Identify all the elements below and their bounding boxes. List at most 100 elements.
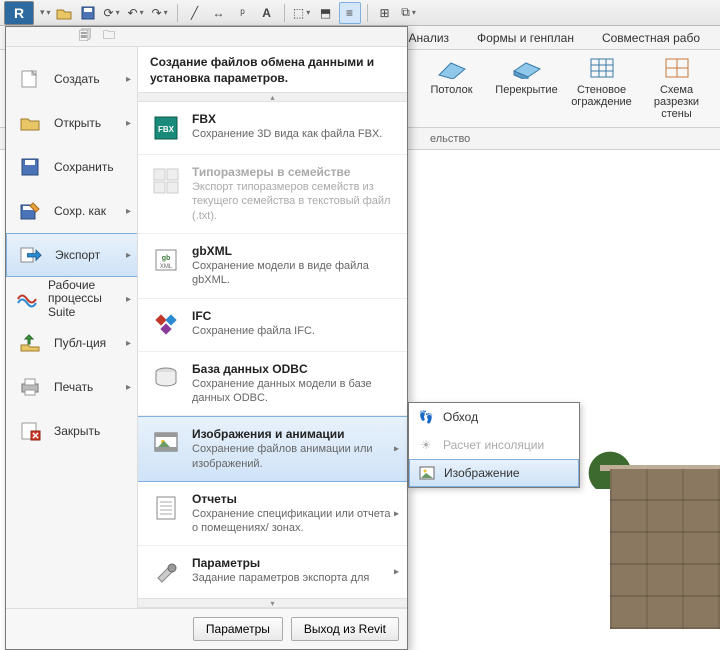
chevron-right-icon: ▸ bbox=[126, 250, 131, 261]
scroll-down-indicator[interactable]: ▾ bbox=[138, 598, 407, 608]
app-menu-dropdown-icon[interactable]: ▾ bbox=[40, 7, 51, 18]
recent-docs-icon[interactable]: 🗐 bbox=[76, 29, 94, 45]
entry-desc: Экспорт типоразмеров семейств из текущег… bbox=[192, 180, 395, 223]
menu-label: Печать bbox=[54, 380, 93, 394]
options-button[interactable]: Параметры bbox=[193, 617, 283, 641]
entry-title: Типоразмеры в семействе bbox=[192, 165, 395, 179]
exit-button[interactable]: Выход из Revit bbox=[291, 617, 399, 641]
entry-desc: Сохранение спецификации или отчета о пом… bbox=[192, 507, 395, 536]
menu-item-print[interactable]: Печать ▸ bbox=[6, 365, 137, 409]
ribbon-button-curtain-wall[interactable]: Стеновое ограждение bbox=[564, 50, 639, 127]
entry-desc: Сохранение модели в виде файла gbXML. bbox=[192, 259, 395, 288]
menu-label: Открыть bbox=[54, 116, 101, 130]
menu-item-close[interactable]: Закрыть bbox=[6, 409, 137, 453]
menu-item-publish[interactable]: Публ-ция ▸ bbox=[6, 321, 137, 365]
menu-label: Публ-ция bbox=[54, 336, 106, 350]
entry-desc: Сохранение файла IFC. bbox=[192, 324, 315, 338]
app-logo[interactable]: R bbox=[4, 1, 34, 25]
menu-item-new[interactable]: Создать▸ bbox=[6, 57, 137, 101]
quick-access-toolbar: R ▾ ⟳ ↶ ↷ ╱ ↔ ᵖ A ⬚ ⬒ ≡ ⊞ ⧉ bbox=[0, 0, 720, 26]
close-inactive-icon[interactable]: ⊞ bbox=[374, 2, 396, 24]
chevron-right-icon: ▸ bbox=[126, 294, 131, 305]
ribbon-tab[interactable]: Формы и генплан bbox=[463, 27, 588, 49]
measure-icon[interactable]: ╱ bbox=[184, 2, 206, 24]
dimension-icon[interactable]: ↔ bbox=[208, 2, 230, 24]
submenu-label: Обход bbox=[443, 410, 478, 424]
menu-item-save[interactable]: Сохранить bbox=[6, 145, 137, 189]
chevron-right-icon: ▸ bbox=[126, 74, 131, 85]
chevron-right-icon: ▸ bbox=[126, 118, 131, 129]
section-icon[interactable]: ⬒ bbox=[315, 2, 337, 24]
new-icon bbox=[16, 67, 44, 91]
ifc-icon bbox=[150, 309, 182, 341]
open-docs-icon[interactable]: 🗀 bbox=[100, 29, 118, 45]
chevron-right-icon: ▸ bbox=[394, 508, 399, 519]
submenu-walkthrough[interactable]: 👣 Обход bbox=[409, 403, 579, 431]
menu-label: Сохранить bbox=[54, 160, 114, 174]
options-icon bbox=[150, 556, 182, 588]
export-gbxml[interactable]: gbXML gbXMLСохранение модели в виде файл… bbox=[138, 234, 407, 299]
menu-item-open[interactable]: Открыть ▸ bbox=[6, 101, 137, 145]
menu-label: Экспорт bbox=[55, 248, 100, 262]
menu-item-save-as[interactable]: Сохр. как▸ bbox=[6, 189, 137, 233]
scroll-up-indicator[interactable]: ▴ bbox=[138, 92, 407, 102]
export-odbc[interactable]: База данных ODBCСохранение данных модели… bbox=[138, 352, 407, 417]
close-icon bbox=[16, 419, 44, 443]
svg-text:FBX: FBX bbox=[158, 125, 175, 134]
entry-title: Отчеты bbox=[192, 492, 395, 506]
curtain-wall-icon bbox=[586, 56, 618, 80]
ribbon-button-curtain-grid[interactable]: Схема разрезки стены bbox=[639, 50, 714, 127]
suite-icon bbox=[16, 287, 38, 311]
fbx-icon: FBX bbox=[150, 112, 182, 144]
chevron-right-icon: ▸ bbox=[126, 206, 131, 217]
open-icon[interactable] bbox=[53, 2, 75, 24]
3d-view-icon[interactable]: ⬚ bbox=[291, 2, 313, 24]
chevron-right-icon: ▸ bbox=[394, 444, 399, 455]
undo-icon[interactable]: ↶ bbox=[125, 2, 147, 24]
appmenu-right-panel: Создание файлов обмена данными и установ… bbox=[138, 47, 407, 608]
svg-text:gb: gb bbox=[162, 255, 171, 262]
menu-item-export[interactable]: Экспорт ▸ bbox=[6, 233, 137, 277]
floor-icon bbox=[511, 56, 543, 80]
ribbon-button-ceiling[interactable]: Потолок bbox=[414, 50, 489, 127]
ribbon-button-floor[interactable]: Перекрытие bbox=[489, 50, 564, 127]
ribbon-label: Потолок bbox=[414, 84, 489, 96]
ribbon-label: Стеновое ограждение bbox=[564, 84, 639, 108]
text-icon[interactable]: A bbox=[256, 2, 278, 24]
gbxml-icon: gb XML bbox=[150, 244, 182, 276]
export-options-list: FBX FBXСохранение 3D вида как файла FBX.… bbox=[138, 102, 407, 598]
ribbon-tab[interactable]: Совместная рабо bbox=[588, 27, 714, 49]
export-options[interactable]: ПараметрыЗадание параметров экспорта для… bbox=[138, 546, 407, 598]
sync-icon[interactable]: ⟳ bbox=[101, 2, 123, 24]
menu-label: Закрыть bbox=[54, 424, 100, 438]
ceiling-icon bbox=[436, 56, 468, 80]
menu-label: Рабочие процессы Suite bbox=[48, 279, 127, 319]
svg-text:XML: XML bbox=[160, 264, 173, 270]
entry-desc: Сохранение 3D вида как файла FBX. bbox=[192, 127, 382, 141]
family-types-icon bbox=[150, 165, 182, 197]
export-ifc[interactable]: IFCСохранение файла IFC. bbox=[138, 299, 407, 352]
export-icon bbox=[17, 243, 45, 267]
appmenu-header: Создание файлов обмена данными и установ… bbox=[138, 47, 407, 92]
submenu-image[interactable]: Изображение bbox=[409, 459, 579, 487]
switch-windows-icon[interactable]: ⧉ bbox=[398, 2, 420, 24]
thin-lines-icon[interactable]: ≡ bbox=[339, 2, 361, 24]
entry-title: База данных ODBC bbox=[192, 362, 395, 376]
chevron-right-icon: ▸ bbox=[126, 338, 131, 349]
redo-icon[interactable]: ↷ bbox=[149, 2, 171, 24]
image-icon bbox=[418, 464, 436, 482]
walkthrough-icon: 👣 bbox=[417, 408, 435, 426]
entry-title: gbXML bbox=[192, 244, 395, 258]
ribbon-label: Схема разрезки стены bbox=[639, 84, 714, 120]
export-reports[interactable]: ОтчетыСохранение спецификации или отчета… bbox=[138, 482, 407, 547]
export-images-anim[interactable]: Изображения и анимацииСохранение файлов … bbox=[138, 416, 407, 482]
export-fbx[interactable]: FBX FBXСохранение 3D вида как файла FBX. bbox=[138, 102, 407, 155]
chevron-right-icon: ▸ bbox=[126, 382, 131, 393]
save-icon bbox=[16, 155, 44, 179]
save-icon[interactable] bbox=[77, 2, 99, 24]
submenu-label: Изображение bbox=[444, 466, 520, 480]
chevron-right-icon: ▸ bbox=[394, 567, 399, 578]
tag-icon[interactable]: ᵖ bbox=[232, 2, 254, 24]
menu-item-suite[interactable]: Рабочие процессы Suite▸ bbox=[6, 277, 137, 321]
publish-icon bbox=[16, 331, 44, 355]
